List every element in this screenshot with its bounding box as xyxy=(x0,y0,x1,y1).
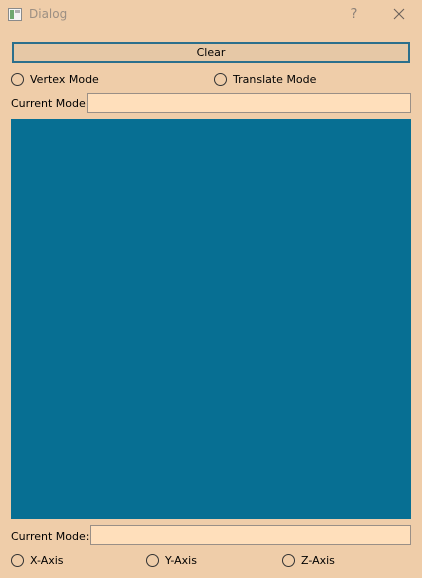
radio-circle[interactable] xyxy=(11,553,24,567)
current-mode-field-bottom[interactable] xyxy=(90,525,411,545)
radio-circle[interactable] xyxy=(282,553,295,567)
clear-button[interactable]: Clear xyxy=(12,42,410,63)
y-axis-label: Y-Axis xyxy=(165,553,197,567)
current-mode-field-top[interactable] xyxy=(87,93,411,113)
dialog-window: Dialog ? Clear Vertex Mode Translate Mod… xyxy=(0,0,422,578)
vertex-mode-radio[interactable]: Vertex Mode xyxy=(11,71,99,87)
y-axis-radio[interactable]: Y-Axis xyxy=(146,552,197,568)
close-button[interactable] xyxy=(385,0,413,30)
title-bar[interactable]: Dialog ? xyxy=(0,0,422,30)
x-axis-label: X-Axis xyxy=(30,553,64,567)
translate-mode-label: Translate Mode xyxy=(233,72,317,86)
window-title: Dialog xyxy=(29,7,68,21)
radio-circle[interactable] xyxy=(214,72,227,86)
render-viewport[interactable] xyxy=(11,119,411,519)
radio-circle[interactable] xyxy=(146,553,159,567)
translate-mode-radio[interactable]: Translate Mode xyxy=(214,71,316,87)
vertex-mode-label: Vertex Mode xyxy=(30,72,99,86)
close-icon xyxy=(393,8,405,20)
help-button[interactable]: ? xyxy=(340,0,368,30)
current-mode-label-top: Current Mode: xyxy=(11,97,90,110)
z-axis-radio[interactable]: Z-Axis xyxy=(282,552,335,568)
app-window-icon xyxy=(8,8,22,21)
current-mode-label-bottom: Current Mode: xyxy=(11,530,90,543)
z-axis-label: Z-Axis xyxy=(301,553,335,567)
x-axis-radio[interactable]: X-Axis xyxy=(11,552,64,568)
radio-circle[interactable] xyxy=(11,72,24,86)
